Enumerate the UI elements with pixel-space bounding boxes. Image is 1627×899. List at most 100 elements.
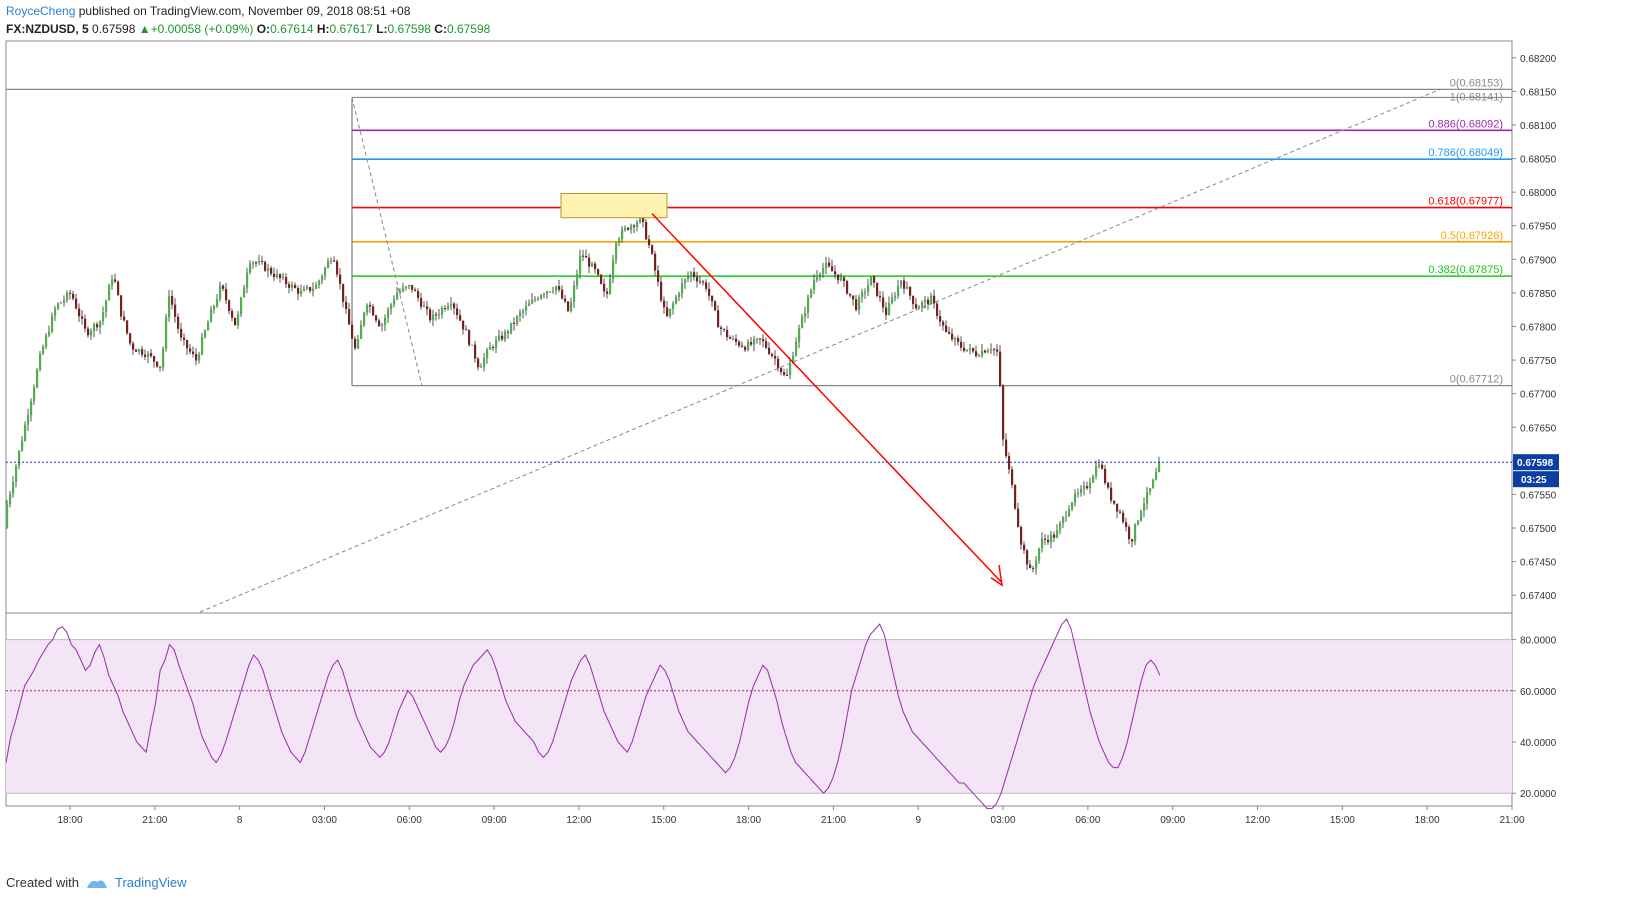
candle-body [1143,503,1146,511]
candle-body [966,349,969,351]
candle-body [417,291,420,298]
candle-body [1065,516,1068,518]
rsi-tick-label: 60.0000 [1520,687,1557,698]
footer: Created with TradingView [6,875,187,890]
price-tick-label: 0.67700 [1520,390,1557,401]
candle-body [906,286,909,289]
candle-body [885,307,888,315]
candle-body [279,274,282,279]
candle-body [489,346,492,350]
candle-body [90,331,93,336]
candle-body [54,308,57,316]
candle-body [273,273,276,277]
candle-body [144,354,147,357]
candle-body [816,274,819,281]
tradingview-brand[interactable]: TradingView [115,875,187,890]
candle-body [1149,488,1152,492]
candle-body [6,503,9,529]
candle-body [855,299,858,310]
candle-body [954,337,957,340]
price-tick-label: 0.67400 [1520,591,1557,602]
candle-body [381,324,384,327]
candle-body [33,387,36,402]
candle-body [84,318,87,329]
candle-body [891,297,894,303]
candle-body [201,337,204,355]
candle-body [666,307,669,317]
candle-body [606,291,609,294]
candle-body [1119,511,1122,513]
candle-body [15,466,18,483]
candle-body [1053,534,1056,538]
candle-body [168,295,171,318]
candle-body [270,267,273,274]
candle-body [834,271,837,275]
candle-body [456,308,459,316]
candle-body [207,322,210,331]
candle-body [840,277,843,281]
candle-body [429,309,432,321]
candle-body [114,279,117,282]
candle-body [894,295,897,298]
candle-body [225,288,228,301]
candle-body [732,338,735,340]
candle-body [924,299,927,303]
candle-body [753,339,756,345]
candle-body [99,321,102,328]
candle-body [12,482,15,494]
candle-body [426,306,429,310]
candle-body [141,349,144,355]
candle-body [693,272,696,278]
candle-body [138,349,141,352]
candle-body [942,321,945,326]
candle-body [543,294,546,296]
tradingview-logo-icon [86,879,107,888]
candle-body [297,287,300,294]
candle-body [516,316,519,324]
candle-body [1047,539,1050,543]
candle-body [174,304,177,317]
candle-body [717,310,720,328]
price-tick-label: 0.67800 [1520,323,1557,334]
candle-body [102,312,105,322]
candle-body [711,295,714,302]
candle-body [390,304,393,310]
rsi-band [6,639,1512,794]
candle-body [786,374,789,376]
candle-body [237,314,240,326]
candle-body [729,337,732,339]
candle-body [558,286,561,290]
candle-body [447,305,450,309]
candle-body [798,327,801,342]
price-tick-label: 0.67500 [1520,524,1557,535]
candle-body [858,297,861,310]
candle-body [69,292,72,294]
candle-body [582,255,585,257]
candle-body [789,363,792,376]
candle-body [849,293,852,296]
candle-body [981,350,984,356]
candle-body [453,303,456,309]
candle-body [1155,472,1158,480]
time-tick-label: 03:00 [991,815,1016,826]
candle-body [561,289,564,299]
candle-body [462,320,465,330]
candle-body [1140,510,1143,521]
candle-body [618,239,621,244]
candle-body [1113,500,1116,504]
time-tick-label: 21:00 [1499,815,1524,826]
candle-body [690,272,693,277]
candle-body [951,333,954,340]
candle-body [234,317,237,326]
candle-body [228,300,231,312]
time-tick-label: 12:00 [566,815,591,826]
candle-body [825,262,828,269]
chart-canvas[interactable]: 0(0.68153) 1(0.68141) 0.886(0.68092) 0.786(… [0,0,1627,870]
candle-body [1122,512,1125,523]
candle-body [396,292,399,300]
candle-body [252,262,255,264]
candle-body [1128,526,1131,540]
candle-body [1158,462,1161,473]
created-with-label: Created with [6,875,79,890]
candle-body [930,295,933,305]
